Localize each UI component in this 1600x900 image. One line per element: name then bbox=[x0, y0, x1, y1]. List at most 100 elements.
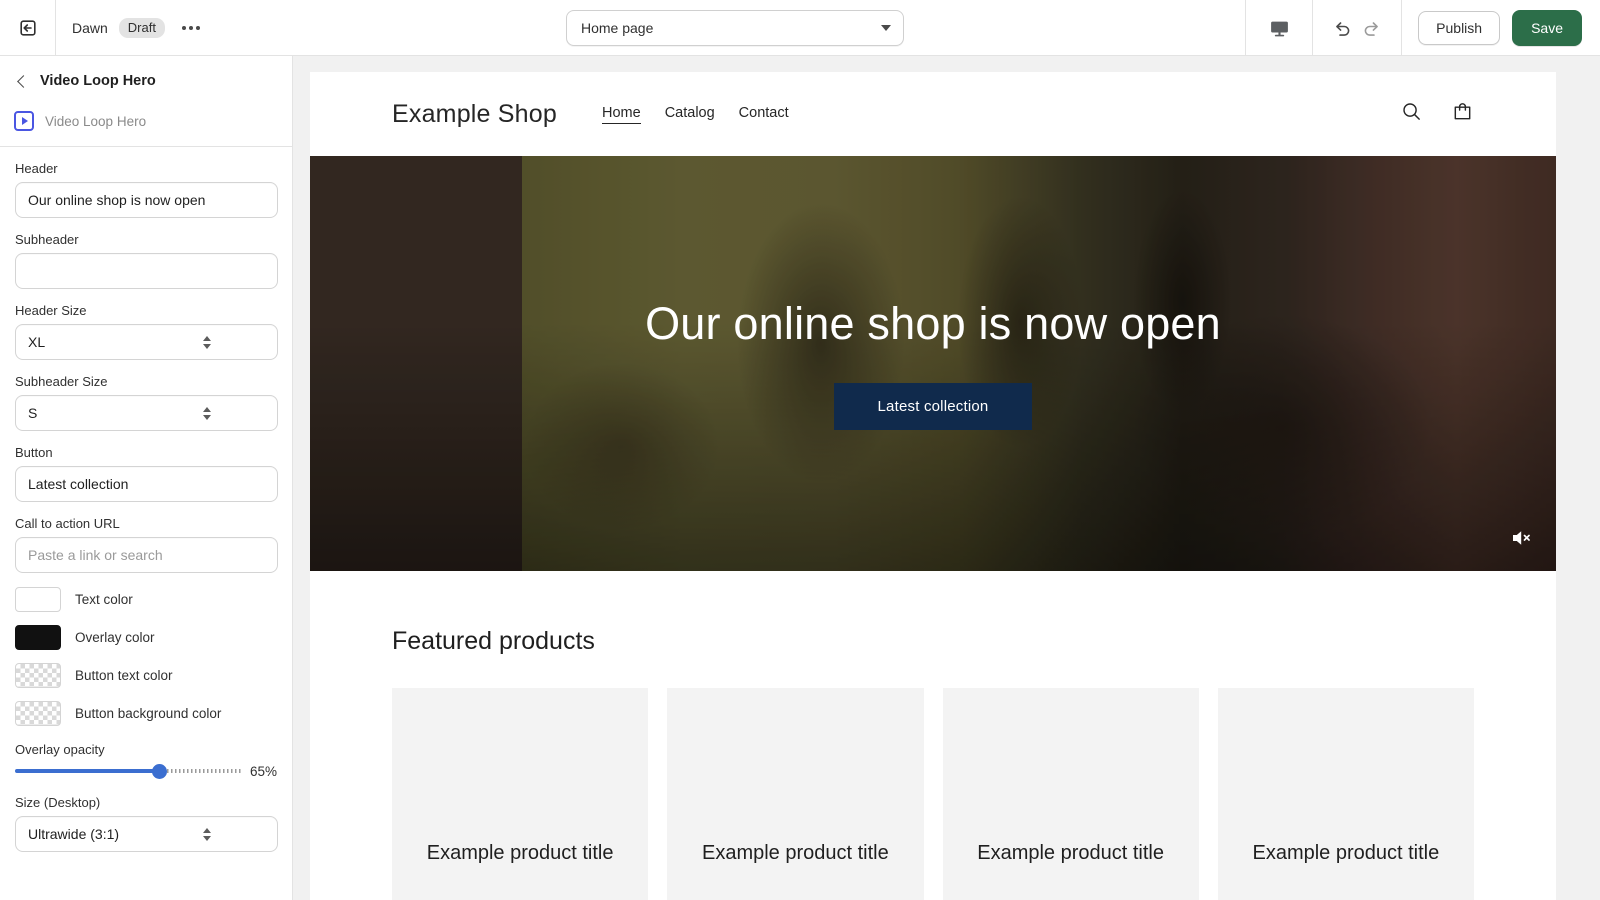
slider-thumb[interactable] bbox=[152, 763, 168, 779]
ellipsis-icon bbox=[181, 25, 186, 30]
text-color-swatch[interactable] bbox=[15, 587, 61, 612]
page-selector[interactable]: Home page bbox=[566, 10, 904, 46]
text-color-label: Text color bbox=[75, 592, 133, 607]
subheader-label: Subheader bbox=[15, 232, 79, 247]
page-selector-value: Home page bbox=[581, 20, 654, 36]
action-group: Publish Save bbox=[1401, 0, 1600, 56]
field-subheader-size: Subheader Size S bbox=[15, 374, 278, 431]
exit-editor-cell bbox=[0, 0, 56, 56]
desktop-preview-button[interactable] bbox=[1264, 13, 1294, 43]
top-toolbar: Dawn Draft Home page Publish Save bbox=[0, 0, 1600, 56]
button-text-color-label: Button text color bbox=[75, 668, 173, 683]
overlay-opacity-value: 65% bbox=[249, 763, 277, 779]
header-size-label: Header Size bbox=[15, 303, 87, 318]
chevron-left-icon[interactable] bbox=[17, 74, 30, 88]
nav-link-contact[interactable]: Contact bbox=[739, 105, 789, 124]
search-button[interactable] bbox=[1400, 100, 1423, 128]
theme-info: Dawn Draft bbox=[56, 13, 206, 43]
store-nav: Home Catalog Contact bbox=[602, 105, 789, 124]
hero-cta-button[interactable]: Latest collection bbox=[833, 382, 1033, 430]
header-input[interactable] bbox=[15, 182, 278, 218]
overlay-opacity-label: Overlay opacity bbox=[15, 742, 105, 757]
product-title: Example product title bbox=[701, 842, 889, 864]
redo-button[interactable] bbox=[1357, 13, 1387, 43]
hero-content: Our online shop is now open Latest colle… bbox=[310, 156, 1556, 571]
overlay-opacity-slider[interactable] bbox=[15, 763, 241, 779]
store-header-icons bbox=[1400, 100, 1474, 128]
field-header-size: Header Size XL bbox=[15, 303, 278, 360]
slider-remainder bbox=[167, 769, 241, 773]
publish-button[interactable]: Publish bbox=[1418, 11, 1501, 45]
header-size-select[interactable]: XL bbox=[15, 324, 278, 360]
chevron-down-icon bbox=[881, 25, 891, 31]
desktop-icon bbox=[1270, 21, 1288, 36]
product-title: Example product title bbox=[977, 842, 1164, 864]
theme-name: Dawn bbox=[72, 19, 108, 36]
button-background-color-label: Button background color bbox=[75, 706, 222, 721]
mute-toggle-button[interactable] bbox=[1508, 525, 1534, 551]
header-label: Header bbox=[15, 161, 58, 176]
exit-editor-button[interactable] bbox=[13, 13, 43, 43]
cta-url-label: Call to action URL bbox=[15, 516, 120, 531]
color-row-overlay: Overlay color bbox=[15, 625, 277, 650]
more-options-button[interactable] bbox=[176, 13, 206, 43]
featured-products-title: Featured products bbox=[392, 627, 595, 655]
store-preview: Example Shop Home Catalog Contact Our on… bbox=[310, 72, 1556, 900]
subheader-input[interactable] bbox=[15, 253, 278, 289]
cta-url-input[interactable] bbox=[15, 537, 278, 573]
size-desktop-select[interactable]: Ultrawide (3:1) bbox=[15, 816, 278, 852]
button-input[interactable] bbox=[15, 466, 278, 502]
stepper-icon bbox=[148, 827, 268, 841]
nav-link-catalog[interactable]: Catalog bbox=[665, 105, 715, 124]
product-title: Example product title bbox=[1252, 842, 1440, 864]
mute-icon bbox=[1513, 531, 1530, 545]
product-card[interactable]: Example product title bbox=[667, 688, 924, 900]
settings-form: Header Subheader Header Size XL Subheade… bbox=[0, 147, 292, 852]
field-overlay-opacity: Overlay opacity 65% bbox=[15, 742, 277, 779]
product-card[interactable]: Example product title bbox=[942, 688, 1199, 900]
status-badge: Draft bbox=[118, 17, 165, 38]
hero-title: Our online shop is now open bbox=[645, 297, 1221, 349]
undo-icon bbox=[1336, 22, 1350, 36]
stepper-icon bbox=[148, 406, 268, 420]
color-row-button-bg: Button background color bbox=[15, 701, 277, 726]
stepper-icon bbox=[148, 335, 268, 349]
product-card[interactable]: Example product title bbox=[1217, 688, 1474, 900]
color-row-button-text: Button text color bbox=[15, 663, 277, 688]
device-group bbox=[1245, 0, 1312, 56]
store-logo[interactable]: Example Shop bbox=[392, 100, 557, 129]
size-desktop-value: Ultrawide (3:1) bbox=[28, 826, 120, 842]
button-text-color-swatch[interactable] bbox=[15, 663, 61, 688]
field-size-desktop: Size (Desktop) Ultrawide (3:1) bbox=[15, 795, 278, 852]
product-card[interactable]: Example product title bbox=[392, 688, 649, 900]
subheader-size-value: S bbox=[28, 405, 38, 421]
undo-button[interactable] bbox=[1327, 13, 1357, 43]
product-grid: Example product title Example product ti… bbox=[392, 688, 1474, 900]
save-button[interactable]: Save bbox=[1512, 10, 1582, 46]
history-group bbox=[1312, 0, 1401, 56]
redo-icon bbox=[1364, 22, 1379, 36]
nav-link-home[interactable]: Home bbox=[602, 105, 641, 124]
sidebar-block-label: Video Loop Hero bbox=[45, 113, 147, 129]
field-header: Header bbox=[15, 161, 278, 218]
cart-icon bbox=[1454, 103, 1471, 120]
overlay-color-swatch[interactable] bbox=[15, 625, 61, 650]
exit-icon bbox=[19, 19, 36, 36]
sidebar-header: Video Loop Hero bbox=[0, 60, 292, 102]
sidebar-title: Video Loop Hero bbox=[40, 73, 156, 89]
settings-sidebar: Video Loop Hero Video Loop Hero Header S… bbox=[0, 56, 293, 900]
header-size-value: XL bbox=[28, 334, 46, 350]
button-background-color-swatch[interactable] bbox=[15, 701, 61, 726]
cart-button[interactable] bbox=[1451, 100, 1474, 128]
sidebar-block-item[interactable]: Video Loop Hero bbox=[0, 102, 292, 140]
overlay-opacity-row: 65% bbox=[15, 763, 277, 779]
storefront-header: Example Shop Home Catalog Contact bbox=[310, 72, 1556, 156]
product-title: Example product title bbox=[426, 842, 614, 864]
size-desktop-label: Size (Desktop) bbox=[15, 795, 101, 810]
subheader-size-label: Subheader Size bbox=[15, 374, 108, 389]
subheader-size-select[interactable]: S bbox=[15, 395, 278, 431]
overlay-color-label: Overlay color bbox=[75, 630, 155, 645]
search-icon bbox=[1403, 103, 1420, 120]
field-button: Button bbox=[15, 445, 278, 502]
field-cta-url: Call to action URL bbox=[15, 516, 278, 573]
